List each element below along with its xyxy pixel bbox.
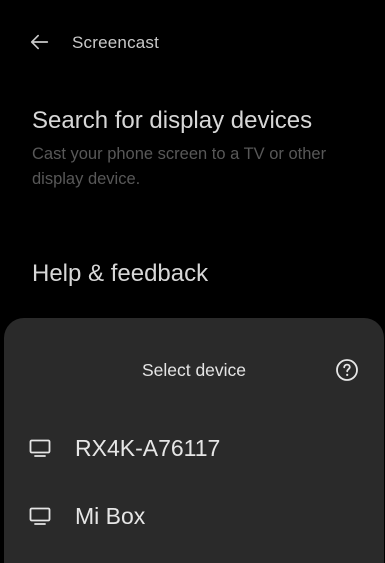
monitor-icon bbox=[29, 507, 51, 525]
monitor-icon bbox=[29, 439, 51, 457]
device-item[interactable]: Mi Box bbox=[4, 486, 384, 546]
search-display-devices-item[interactable]: Search for display devices Cast your pho… bbox=[32, 106, 361, 192]
device-label: RX4K-A76117 bbox=[75, 434, 221, 461]
device-label: Mi Box bbox=[75, 502, 146, 529]
help-feedback-item[interactable]: Help & feedback bbox=[32, 259, 361, 289]
setting-subtitle: Cast your phone screen to a TV or other … bbox=[32, 145, 327, 188]
sheet-title: Select device bbox=[141, 360, 247, 380]
select-device-sheet: Select device RX4K-A76117 Mi Box bbox=[4, 318, 384, 563]
app-bar: Screencast bbox=[0, 0, 385, 86]
setting-title: Help & feedback bbox=[32, 260, 209, 287]
help-circle-icon bbox=[336, 359, 358, 381]
page-title: Screencast bbox=[72, 33, 160, 52]
device-item[interactable]: RX4K-A76117 bbox=[4, 418, 384, 478]
help-button[interactable] bbox=[335, 358, 359, 382]
back-button[interactable] bbox=[28, 30, 52, 54]
setting-title: Search for display devices bbox=[32, 107, 313, 134]
arrow-left-icon bbox=[30, 34, 49, 50]
